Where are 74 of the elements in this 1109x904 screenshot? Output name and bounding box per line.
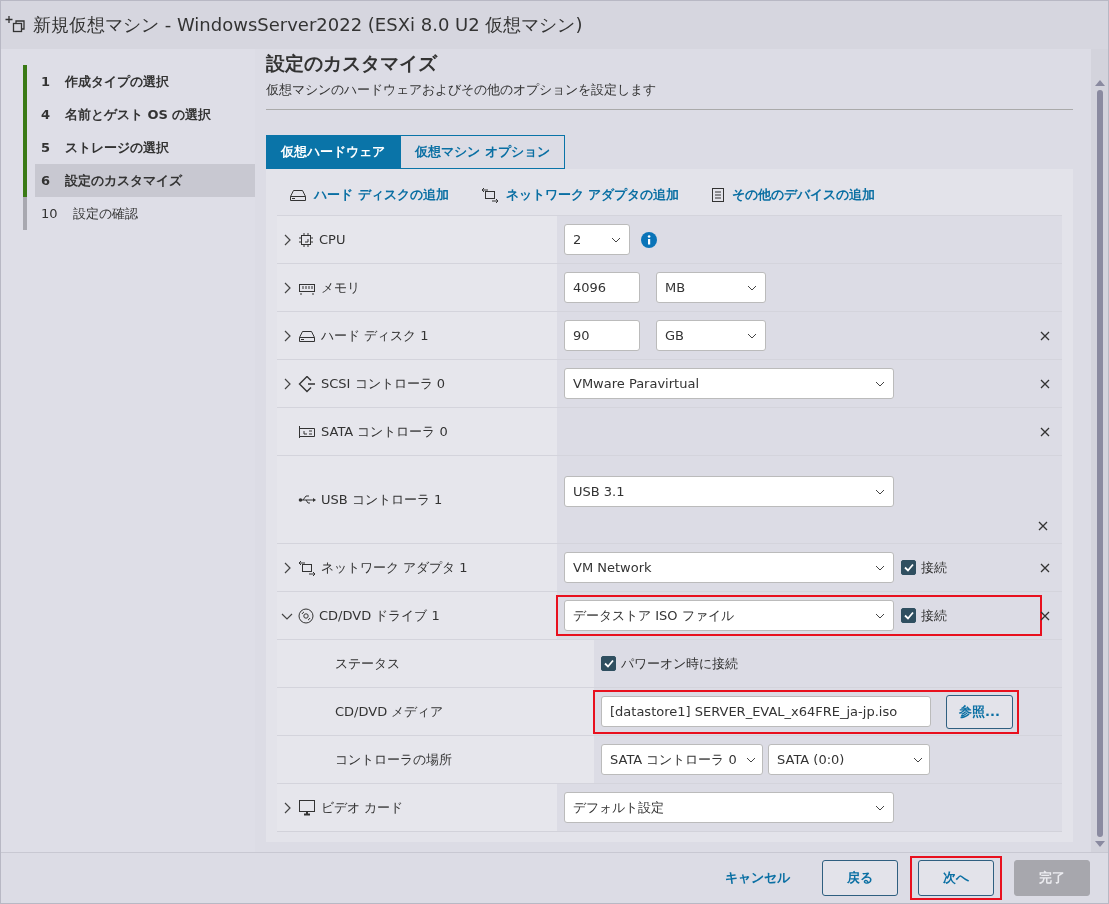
wizard-button[interactable]: 次へ bbox=[918, 860, 994, 896]
network-adapter-icon bbox=[480, 187, 499, 203]
caret-icon bbox=[875, 612, 885, 619]
caret-icon bbox=[611, 236, 621, 243]
caret-icon bbox=[875, 564, 885, 571]
setting-label: SCSI コントローラ 0 bbox=[321, 374, 445, 393]
checkmark-icon bbox=[903, 611, 914, 620]
network-adapter-icon bbox=[298, 559, 316, 576]
input-field[interactable]: 90 bbox=[564, 320, 640, 351]
dropdown[interactable]: データストア ISO ファイル bbox=[564, 600, 894, 631]
device-list-icon bbox=[711, 187, 726, 203]
dropdown[interactable]: VM Network bbox=[564, 552, 894, 583]
dropdown[interactable]: GB bbox=[656, 320, 766, 351]
setting-label: ビデオ カード bbox=[321, 798, 404, 817]
disc-icon bbox=[298, 607, 314, 624]
input-field[interactable]: [datastore1] SERVER_EVAL_x64FRE_ja-jp.iso bbox=[601, 696, 931, 727]
caret-icon bbox=[875, 488, 885, 495]
setting-label: ハード ディスク 1 bbox=[321, 326, 429, 345]
dropdown[interactable]: デフォルト設定 bbox=[564, 792, 894, 823]
dropdown[interactable]: USB 3.1 bbox=[564, 476, 894, 507]
wizard-step[interactable]: 4 名前とゲスト OS の選択 bbox=[23, 98, 255, 131]
caret-icon bbox=[747, 284, 757, 291]
page-heading: 設定のカスタマイズ bbox=[266, 51, 439, 76]
wizard-step[interactable]: 10 設定の確認 bbox=[23, 197, 255, 230]
setting-label: コントローラの場所 bbox=[335, 750, 452, 769]
tab[interactable]: 仮想ハードウェア bbox=[266, 135, 400, 169]
monitor-icon bbox=[298, 799, 316, 816]
wizard-button[interactable]: 戻る bbox=[822, 860, 898, 896]
close-icon[interactable] bbox=[1040, 330, 1050, 341]
dropdown[interactable]: SATA (0:0) bbox=[768, 744, 930, 775]
caret-icon bbox=[746, 756, 756, 763]
checkmark-icon bbox=[603, 659, 614, 668]
setting-label: CD/DVD メディア bbox=[335, 702, 444, 721]
wizard-step[interactable]: 6 設定のカスタマイズ bbox=[23, 164, 255, 197]
wizard-step[interactable]: 1 作成タイプの選択 bbox=[23, 65, 255, 98]
checkmark-icon bbox=[903, 563, 914, 572]
dropdown[interactable]: VMware Paravirtual bbox=[564, 368, 894, 399]
add-device-link[interactable]: ネットワーク アダプタの追加 bbox=[480, 186, 680, 204]
dropdown[interactable]: SATA コントローラ 0 bbox=[601, 744, 763, 775]
add-device-link[interactable]: その他のデバイスの追加 bbox=[711, 186, 876, 204]
close-icon[interactable] bbox=[1038, 521, 1048, 531]
caret-icon bbox=[747, 332, 757, 339]
usb-icon bbox=[298, 493, 316, 506]
setting-label: CD/DVD ドライブ 1 bbox=[319, 606, 440, 625]
close-icon[interactable] bbox=[1040, 378, 1050, 389]
close-icon[interactable] bbox=[1040, 610, 1050, 621]
window-title: 新規仮想マシン - WindowsServer2022 (ESXi 8.0 U2 仮想マシン) bbox=[33, 13, 583, 37]
close-icon[interactable] bbox=[1040, 426, 1050, 437]
add-device-link[interactable]: ハード ディスクの追加 bbox=[289, 186, 449, 204]
dropdown[interactable]: MB bbox=[656, 272, 766, 303]
setting-label: CPU bbox=[319, 232, 346, 247]
chip-icon bbox=[298, 231, 314, 248]
diamond-connector-icon bbox=[298, 374, 316, 393]
controller-card-icon bbox=[298, 424, 316, 439]
input-field[interactable]: 4096 bbox=[564, 272, 640, 303]
tab[interactable]: 仮想マシン オプション bbox=[400, 135, 565, 169]
setting-label: メモリ bbox=[321, 278, 360, 297]
setting-label: ネットワーク アダプタ 1 bbox=[321, 558, 468, 577]
dropdown[interactable]: 2 bbox=[564, 224, 630, 255]
info-icon[interactable] bbox=[641, 231, 657, 248]
close-icon[interactable] bbox=[1040, 562, 1050, 573]
cancel-link[interactable]: キャンセル bbox=[709, 860, 806, 896]
checkbox[interactable]: パワーオン時に接続 bbox=[601, 654, 738, 673]
setting-label: SATA コントローラ 0 bbox=[321, 422, 448, 441]
browse-button[interactable]: 参照... bbox=[946, 694, 1013, 729]
checkbox[interactable]: 接続 bbox=[901, 558, 947, 577]
setting-label: ステータス bbox=[335, 654, 400, 673]
caret-icon bbox=[875, 380, 885, 387]
caret-icon bbox=[875, 804, 885, 811]
new-window-icon bbox=[5, 15, 27, 35]
setting-label: USB コントローラ 1 bbox=[321, 490, 443, 509]
checkbox[interactable]: 接続 bbox=[901, 606, 947, 625]
page-subtitle: 仮想マシンのハードウェアおよびその他のオプションを設定します bbox=[266, 81, 657, 99]
caret-icon bbox=[913, 756, 923, 763]
